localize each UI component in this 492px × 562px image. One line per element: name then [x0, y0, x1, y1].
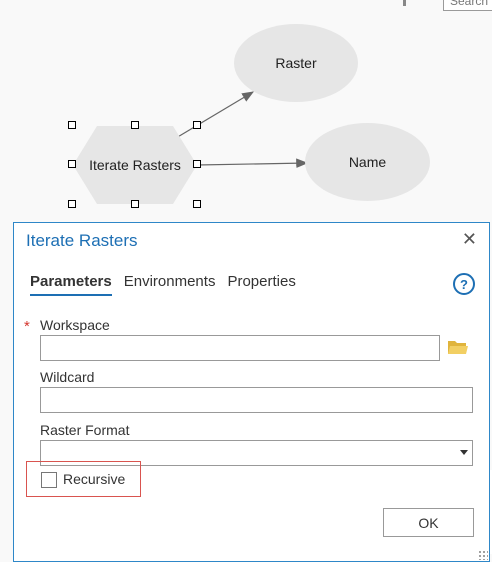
wildcard-input[interactable]: [40, 387, 473, 413]
selection-handle[interactable]: [68, 121, 76, 129]
iterate-rasters-node[interactable]: Iterate Rasters: [73, 126, 197, 204]
resize-grip-icon[interactable]: [478, 550, 488, 560]
raster-node[interactable]: Raster: [234, 24, 358, 102]
tab-environments[interactable]: Environments: [124, 273, 216, 296]
recursive-label: Recursive: [63, 471, 126, 487]
recursive-highlight: Recursive: [26, 461, 141, 497]
selection-handle[interactable]: [193, 160, 201, 168]
name-node[interactable]: Name: [305, 123, 430, 201]
iterate-rasters-dialog: Iterate Rasters ✕ Parameters Environment…: [13, 222, 490, 562]
help-icon[interactable]: ?: [453, 273, 475, 295]
selection-handle[interactable]: [131, 200, 139, 208]
iterate-rasters-node-label: Iterate Rasters: [89, 157, 181, 173]
chevron-down-icon: [460, 450, 468, 455]
selection-handle[interactable]: [193, 121, 201, 129]
wildcard-label: Wildcard: [40, 369, 95, 385]
folder-icon[interactable]: [447, 338, 469, 356]
name-node-label: Name: [348, 154, 387, 170]
raster-node-label: Raster: [275, 55, 317, 71]
connector-to-name: [196, 158, 309, 168]
selection-handle[interactable]: [131, 121, 139, 129]
ok-button[interactable]: OK: [383, 508, 474, 537]
workspace-label: Workspace: [40, 317, 110, 333]
recursive-checkbox[interactable]: [41, 472, 57, 488]
selection-handle[interactable]: [68, 160, 76, 168]
dialog-tabs: Parameters Environments Properties: [30, 273, 308, 296]
selection-handle[interactable]: [68, 200, 76, 208]
workspace-input[interactable]: [40, 335, 440, 361]
tab-properties[interactable]: Properties: [227, 273, 295, 296]
raster-format-label: Raster Format: [40, 422, 130, 438]
required-marker: *: [24, 318, 30, 335]
selection-handle[interactable]: [193, 200, 201, 208]
dialog-title: Iterate Rasters: [26, 231, 138, 250]
tab-parameters[interactable]: Parameters: [30, 273, 112, 296]
close-icon[interactable]: ✕: [462, 229, 477, 250]
